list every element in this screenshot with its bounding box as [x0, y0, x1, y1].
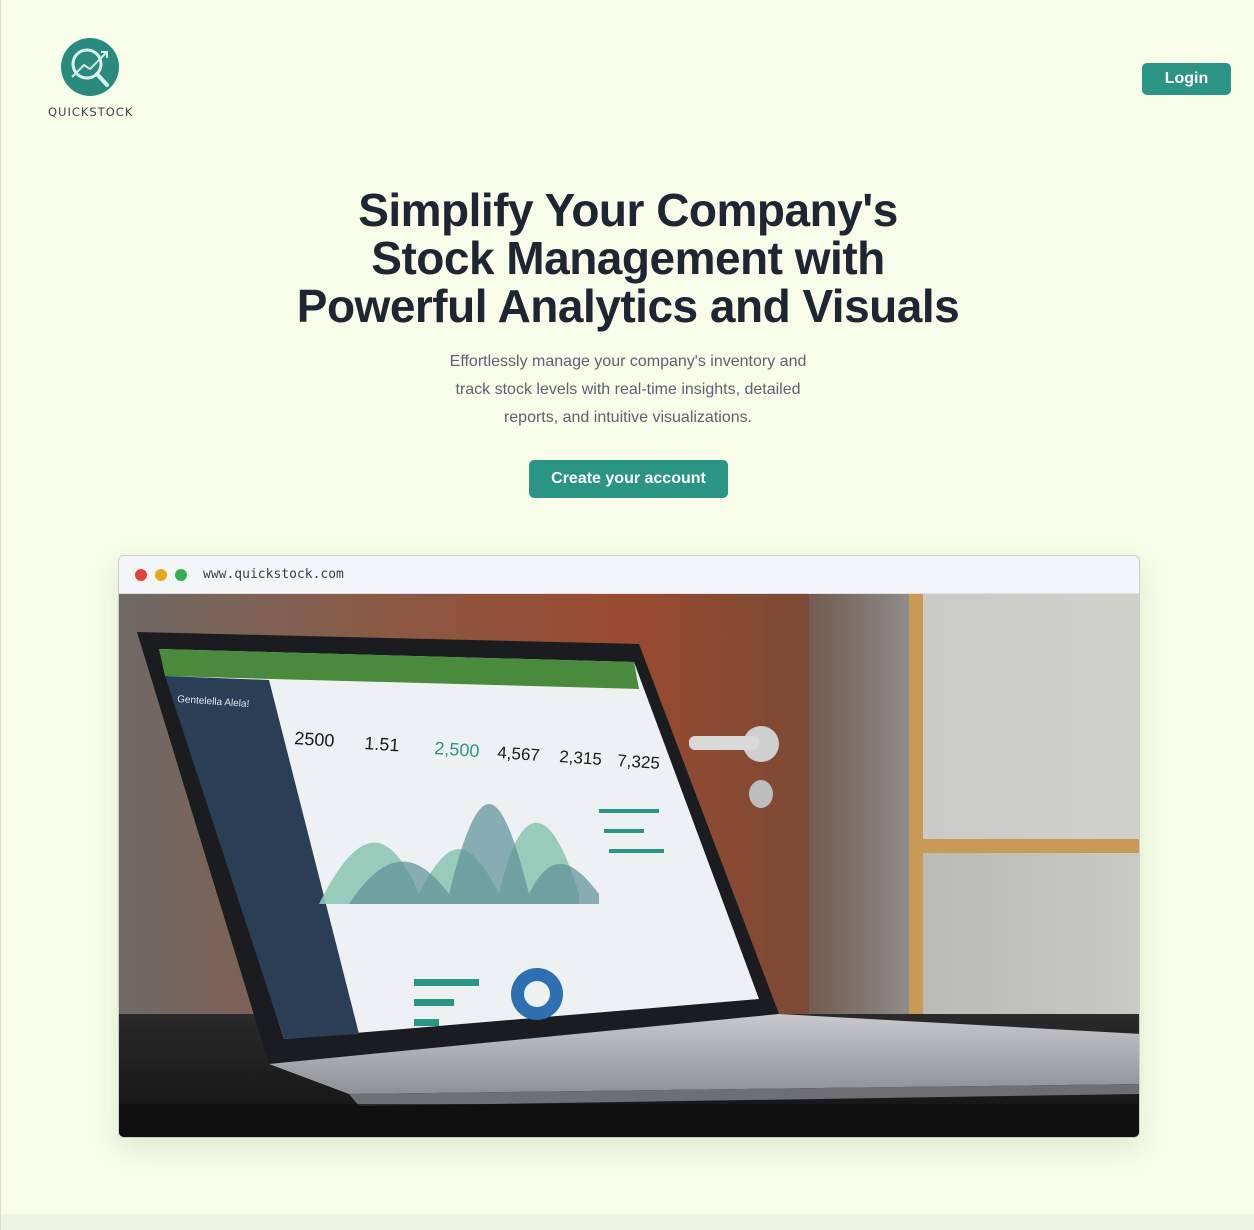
magnifier-chart-icon — [61, 38, 119, 96]
laptop-dashboard-image: 2500 1.51 2,500 4,567 2,315 7,325 Gentel… — [119, 594, 1139, 1137]
browser-preview-frame: www.quickstock.com 2500 1.51 2,500 4,567… — [118, 555, 1140, 1138]
page-bottom-band — [1, 1214, 1254, 1230]
brand-name: QUICKSTOCK — [48, 105, 134, 119]
close-dot-icon — [135, 569, 147, 581]
hero-title-line: Powerful Analytics and Visuals — [296, 280, 960, 332]
create-account-button[interactable]: Create your account — [529, 460, 728, 498]
hero-title-line: Stock Management with — [371, 232, 885, 284]
stat-value: 2,315 — [559, 747, 603, 769]
stat-value: 2,500 — [434, 738, 480, 761]
hero-subtitle-line: track stock levels with real-time insigh… — [455, 381, 801, 398]
hero-title: Simplify Your Company's Stock Management… — [228, 186, 1028, 330]
browser-url: www.quickstock.com — [203, 567, 344, 582]
stat-value: 4,567 — [497, 743, 541, 765]
browser-toolbar: www.quickstock.com — [119, 556, 1139, 594]
brand-logo[interactable]: QUICKSTOCK — [48, 37, 132, 119]
minimize-dot-icon — [155, 569, 167, 581]
hero-subtitle: Effortlessly manage your company's inven… — [428, 348, 828, 432]
hero-title-line: Simplify Your Company's — [358, 184, 898, 236]
hero-subtitle-line: Effortlessly manage your company's inven… — [449, 353, 807, 370]
stat-value: 2500 — [294, 728, 335, 751]
maximize-dot-icon — [175, 569, 187, 581]
login-button[interactable]: Login — [1142, 63, 1231, 95]
stat-value: 1.51 — [364, 733, 400, 755]
stat-value: 7,325 — [617, 751, 661, 773]
hero-subtitle-line: reports, and intuitive visualizations. — [503, 409, 753, 426]
